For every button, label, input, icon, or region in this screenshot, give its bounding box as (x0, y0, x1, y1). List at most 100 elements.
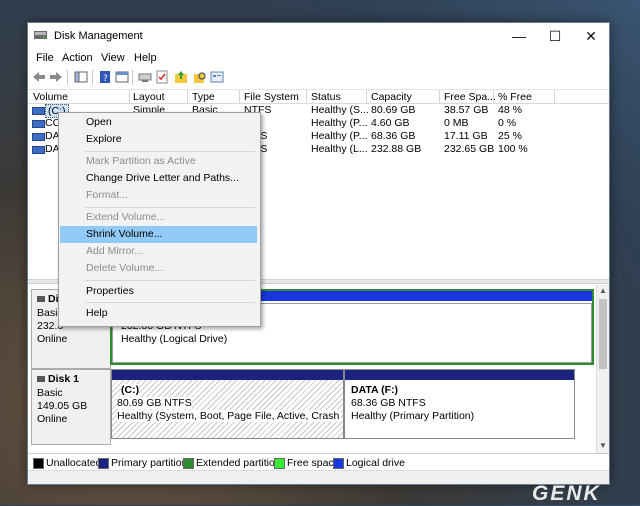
menu-item-label: Mark Partition as Active (86, 155, 196, 167)
disk-1-name: Disk 1 (48, 373, 79, 385)
search-folder-icon[interactable] (193, 70, 207, 84)
menu-item-format: Format... (60, 187, 257, 204)
volume-icon (32, 133, 45, 141)
menu-bar: File Action View Help (28, 49, 609, 67)
column-capacity[interactable]: Capacity (371, 91, 412, 103)
primary-partition-bar (112, 370, 343, 380)
disk-view-scrollbar[interactable]: ▲ ▼ (596, 285, 609, 453)
menu-item-label: Format... (86, 189, 129, 201)
menu-separator (85, 280, 255, 281)
volume-percent-free: 100 % (498, 143, 528, 155)
disk-0-name: Di (48, 293, 59, 305)
volume-free-space: 17.11 GB (444, 130, 488, 142)
title-bar: Disk Management — ☐ ✕ (28, 23, 609, 49)
menu-item-delete-volume: Delete Volume... (60, 260, 257, 277)
column-percent-free[interactable]: % Free (498, 91, 532, 103)
logical-drive-swatch (333, 458, 344, 469)
f-drive-status: Healthy (Primary Partition) (351, 410, 475, 422)
menu-item-mark-active: Mark Partition as Active (60, 153, 257, 170)
legend-primary-partition: Primary partition (111, 457, 188, 469)
up-folder-icon[interactable] (174, 70, 188, 84)
close-button[interactable]: ✕ (573, 23, 609, 49)
primary-partition-swatch (98, 458, 109, 469)
primary-partition-bar (345, 370, 574, 380)
menu-item-label: Extend Volume... (86, 211, 166, 223)
column-status[interactable]: Status (311, 91, 341, 103)
connect-icon[interactable] (138, 70, 152, 84)
c-drive-label: (C:) (121, 384, 140, 396)
menu-action[interactable]: Action (62, 52, 93, 64)
svg-text:?: ? (103, 74, 108, 84)
console-tree-icon[interactable] (74, 70, 88, 84)
forward-arrow-icon[interactable] (49, 70, 63, 84)
scroll-thumb[interactable] (599, 299, 607, 369)
menu-item-properties[interactable]: Properties (60, 283, 257, 300)
menu-item-label: Shrink Volume... (86, 228, 163, 240)
disk-1-label[interactable]: Disk 1 Basic 149.05 GB Online (31, 369, 111, 445)
menu-view[interactable]: View (101, 52, 125, 64)
volume-free-space: 232.65 GB (444, 143, 495, 155)
volume-icon (32, 146, 45, 154)
menu-item-label: Delete Volume... (86, 262, 164, 274)
back-arrow-icon[interactable] (32, 70, 46, 84)
window-title: Disk Management (54, 30, 143, 42)
maximize-button[interactable]: ☐ (537, 23, 573, 49)
menu-item-help[interactable]: Help (60, 305, 257, 322)
partition-status: Healthy (Logical Drive) (121, 333, 228, 345)
volume-capacity: 4.60 GB (371, 117, 410, 129)
volume-percent-free: 48 % (498, 104, 522, 116)
toolbar-separator (132, 70, 133, 85)
menu-item-label: Help (86, 307, 108, 319)
menu-item-label: Add Mirror... (86, 245, 144, 257)
menu-separator (85, 207, 255, 208)
toolbar: ? (28, 67, 609, 90)
volume-status: Healthy (P... (311, 130, 368, 142)
extended-partition-swatch (183, 458, 194, 469)
disk-1-type: Basic (37, 387, 63, 399)
column-volume[interactable]: Volume (33, 91, 68, 103)
volume-percent-free: 0 % (498, 117, 517, 129)
menu-help[interactable]: Help (134, 52, 157, 64)
menu-item-label: Change Drive Letter and Paths... (86, 172, 239, 184)
toolbar-separator (67, 70, 68, 85)
settings-panel-icon[interactable] (210, 70, 224, 84)
volume-list-header: Volume Layout Type File System Status Ca… (28, 90, 609, 104)
menu-item-label: Open (86, 116, 112, 128)
menu-separator (85, 151, 255, 152)
properties-window-icon[interactable] (115, 70, 129, 84)
volume-status: Healthy (L... (311, 143, 368, 155)
column-layout[interactable]: Layout (133, 91, 165, 103)
volume-capacity: 80.69 GB (371, 104, 416, 116)
legend-logical-drive: Logical drive (346, 457, 405, 469)
scroll-down-icon[interactable]: ▼ (597, 440, 609, 452)
disk-icon (37, 296, 45, 302)
menu-item-add-mirror: Add Mirror... (60, 243, 257, 260)
menu-item-open[interactable]: Open (60, 114, 257, 131)
scroll-up-icon[interactable]: ▲ (597, 285, 609, 297)
c-drive-partition[interactable]: (C:) 80.69 GB NTFS Healthy (System, Boot… (111, 369, 344, 439)
column-free-space[interactable]: Free Spa... (444, 91, 496, 103)
legend: Unallocated Primary partition Extended p… (28, 453, 609, 471)
column-file-system[interactable]: File System (244, 91, 299, 103)
menu-file[interactable]: File (36, 52, 54, 64)
volume-capacity: 68.36 GB (371, 130, 416, 142)
legend-unallocated: Unallocated (46, 457, 102, 469)
checklist-icon[interactable] (155, 70, 169, 84)
genk-watermark: GENK (532, 482, 601, 505)
menu-item-explore[interactable]: Explore (60, 131, 257, 148)
disk-icon (37, 376, 45, 382)
column-type[interactable]: Type (192, 91, 215, 103)
help-book-icon[interactable]: ? (98, 70, 112, 84)
menu-item-change-drive-letter[interactable]: Change Drive Letter and Paths... (60, 170, 257, 187)
menu-item-shrink-volume[interactable]: Shrink Volume... (60, 226, 257, 243)
menu-item-extend-volume: Extend Volume... (60, 209, 257, 226)
c-drive-status: Healthy (System, Boot, Page File, Active… (117, 410, 341, 422)
f-drive-size: 68.36 GB NTFS (351, 397, 426, 409)
minimize-button[interactable]: — (501, 23, 537, 49)
volume-icon (32, 107, 45, 115)
f-drive-partition[interactable]: DATA (F:) 68.36 GB NTFS Healthy (Primary… (344, 369, 575, 439)
unallocated-swatch (33, 458, 44, 469)
toolbar-separator (92, 70, 93, 85)
menu-separator (85, 302, 255, 303)
volume-free-space: 0 MB (444, 117, 469, 129)
